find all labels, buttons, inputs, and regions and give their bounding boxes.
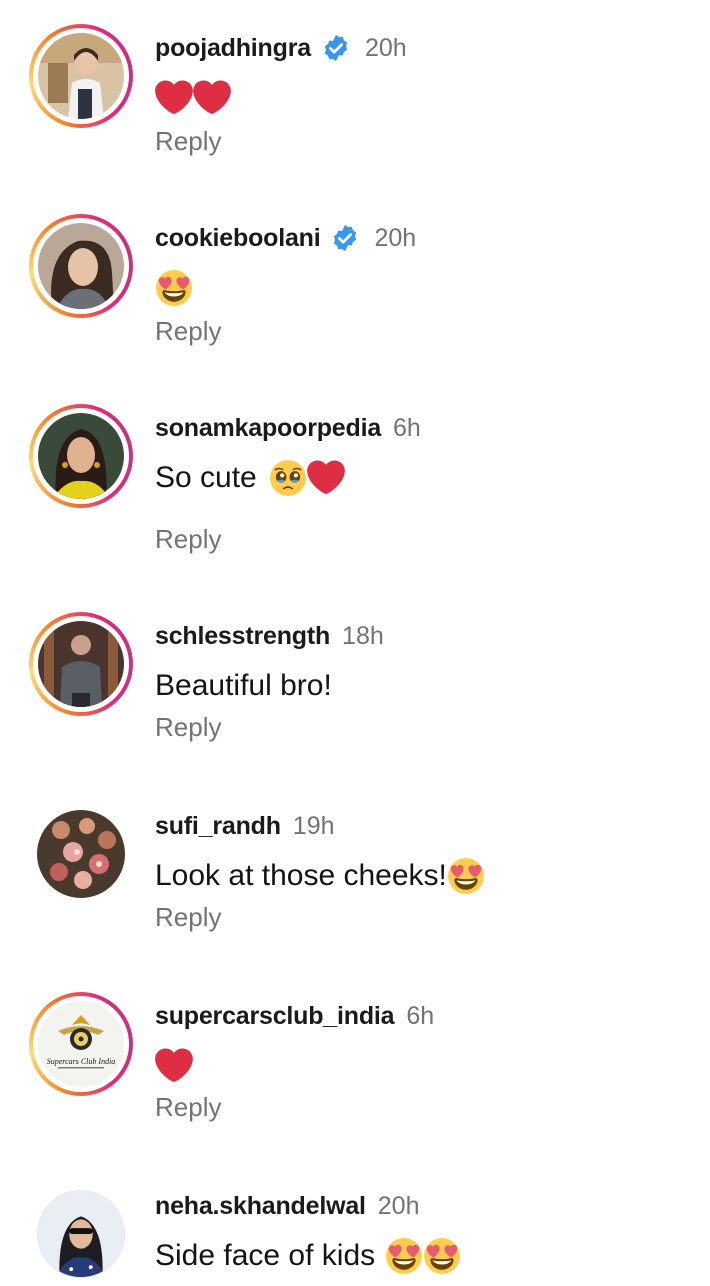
comment-meta: supercarsclub_india 6h (155, 998, 434, 1034)
comment-text (155, 76, 231, 120)
comment-meta: neha.skhandelwal 20h (155, 1188, 419, 1224)
username[interactable]: poojadhingra (155, 34, 311, 63)
timestamp: 20h (374, 223, 417, 252)
verified-badge-icon (330, 223, 360, 253)
red-heart-icon (193, 79, 231, 117)
timestamp: 19h (292, 811, 335, 840)
avatar[interactable] (29, 214, 133, 318)
profile-photo (38, 33, 124, 119)
heart-eyes-icon (155, 269, 193, 307)
timestamp: 6h (393, 413, 421, 442)
profile-photo (38, 223, 124, 309)
comment-text: Beautiful bro! (155, 664, 332, 708)
avatar[interactable] (29, 612, 133, 716)
username[interactable]: sufi_randh (155, 812, 281, 841)
comment-text (155, 266, 193, 310)
profile-photo: Supercars Club India (38, 1001, 124, 1087)
comment-meta: schlesstrength 18h (155, 618, 384, 654)
reply-button[interactable]: Reply (155, 316, 221, 347)
comment-body: Beautiful bro! (155, 669, 332, 702)
reply-button[interactable]: Reply (155, 712, 221, 743)
comment-body: Look at those cheeks! (155, 859, 447, 892)
username[interactable]: supercarsclub_india (155, 1002, 395, 1031)
profile-photo (37, 810, 125, 898)
username[interactable]: cookieboolani (155, 224, 321, 253)
reply-button[interactable]: Reply (155, 126, 221, 157)
comment-body: Side face of kids (155, 1239, 376, 1272)
username[interactable]: schlesstrength (155, 622, 330, 651)
comment-text (155, 1044, 193, 1088)
reply-button[interactable]: Reply (155, 1092, 221, 1123)
comment-body: So cute (155, 461, 257, 494)
pleading-face-icon (269, 459, 307, 497)
heart-eyes-icon (385, 1237, 423, 1275)
timestamp: 6h (406, 1001, 435, 1030)
timestamp: 18h (342, 621, 384, 650)
comment-meta: sonamkapoorpedia 6h (155, 410, 421, 446)
red-heart-icon (306, 459, 345, 497)
red-heart-icon (155, 1047, 193, 1085)
heart-eyes-icon (447, 857, 485, 895)
red-heart-icon (155, 79, 193, 117)
profile-photo (38, 621, 124, 707)
username[interactable]: sonamkapoorpedia (155, 414, 381, 443)
reply-button[interactable]: Reply (155, 524, 221, 555)
username[interactable]: neha.skhandelwal (155, 1192, 366, 1221)
avatar[interactable]: Supercars Club India (29, 992, 133, 1096)
avatar[interactable] (29, 802, 133, 906)
avatar-logo-text: Supercars Club India (47, 1057, 116, 1066)
profile-photo (38, 1191, 124, 1277)
timestamp: 20h (377, 1191, 420, 1220)
comment-meta: poojadhingra 20h (155, 30, 407, 66)
avatar[interactable] (29, 404, 133, 508)
comment-meta: sufi_randh 19h (155, 808, 335, 844)
avatar[interactable] (29, 24, 133, 128)
verified-badge-icon (321, 33, 351, 63)
comment-text: So cute (155, 456, 345, 500)
timestamp: 20h (364, 33, 407, 62)
avatar[interactable] (29, 1182, 133, 1286)
comment-meta: cookieboolani 20h (155, 220, 416, 256)
comment-text: Side face of kids (155, 1234, 461, 1278)
profile-photo (38, 413, 124, 499)
comment-text: Look at those cheeks! (155, 854, 485, 898)
heart-eyes-icon (423, 1237, 461, 1275)
reply-button[interactable]: Reply (155, 902, 221, 933)
